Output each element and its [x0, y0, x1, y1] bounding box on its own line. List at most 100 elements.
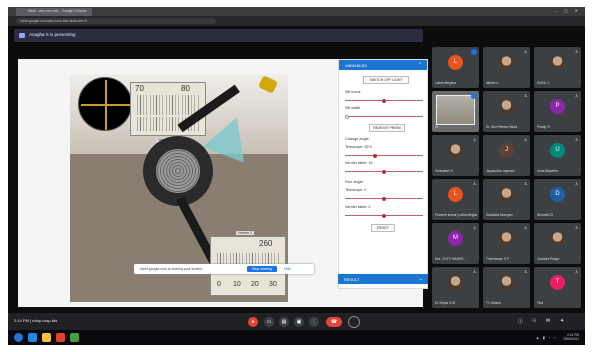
avatar: P	[550, 99, 565, 114]
activities-icon[interactable]: ✦	[560, 318, 564, 324]
participant-name: Mrs. JYOTI MAHES...	[435, 257, 466, 261]
participant-name: T1 Uthami	[486, 301, 501, 305]
stop-sharing-button[interactable]: Stop sharing	[247, 266, 277, 272]
prism-table[interactable]	[156, 149, 200, 193]
mic-muted-icon: ⅄	[575, 181, 578, 186]
result-header[interactable]: RESULT ⌄	[338, 274, 428, 284]
participant-tile[interactable]: D Dhevathi D ⅄	[534, 179, 581, 220]
telescope-coarse-label: Telescope: 39.9	[345, 145, 372, 149]
change-angle-label: Change angle:	[345, 137, 370, 141]
reactions-icon[interactable]	[348, 316, 360, 328]
app-icon[interactable]	[70, 333, 79, 342]
mic-muted-icon: ⅄	[575, 225, 578, 230]
participant-tile[interactable]: M Mrs. JYOTI MAHES... ⅄	[432, 223, 479, 264]
vernier-coarse-label: Vernier table: 15	[345, 161, 373, 165]
camera-icon[interactable]: ▭	[264, 317, 274, 327]
browser-tab[interactable]: Meet - abc-xxxx-fde - Google Chrome	[16, 8, 92, 16]
participant-tile[interactable]: SUNIL J. ⅄	[534, 47, 581, 88]
mic-muted-icon: ⅄	[524, 137, 527, 142]
presenting-banner: Anagha S is presenting	[14, 29, 423, 42]
participant-tile[interactable]: Dr. Devi Rekha Palani ⅄	[483, 91, 530, 132]
variables-header[interactable]: VARIABLES ⌃	[339, 60, 427, 70]
participant-tile[interactable]: L Lathia Meghna	[432, 47, 479, 88]
slit-width-slider[interactable]	[345, 114, 423, 119]
self-view-tile[interactable]: Dr.	[432, 91, 479, 132]
participant-tile[interactable]: L Praveen kumar (Latha Meghan) ⅄	[432, 179, 479, 220]
people-icon[interactable]: ⚇	[532, 318, 536, 324]
participant-name: Pradip Yf	[537, 125, 551, 129]
vernier-coarse-slider[interactable]	[345, 169, 423, 174]
vernier-fine-slider[interactable]	[345, 213, 423, 218]
share-notice-text: meet.google.com is sharing your screen.	[140, 267, 204, 271]
telescope-coarse-knob[interactable]	[373, 153, 378, 158]
participant-tile[interactable]: Sivalatha Murugan ⅄	[483, 179, 530, 220]
end-call-button[interactable]: ☎	[326, 317, 342, 327]
slit-focus-slider[interactable]	[345, 98, 423, 103]
system-tray[interactable]: ▲ ▮ ◔ ⌁	[536, 335, 557, 340]
mic-muted-icon: ⅄	[524, 181, 527, 186]
vernier-bottom-tick-0: 0	[217, 281, 221, 288]
avatar-photo	[499, 55, 514, 70]
chrome-icon[interactable]	[56, 333, 65, 342]
browser-tabstrip: Meet - abc-xxxx-fde - Google Chrome – ▢ …	[8, 7, 585, 16]
mic-muted-icon: ⅄	[575, 49, 578, 54]
window-controls[interactable]: – ▢ ✕	[554, 8, 581, 13]
captions-icon[interactable]: ▤	[279, 317, 289, 327]
edge-icon[interactable]	[28, 333, 37, 342]
participant-name: dinesh c.	[486, 81, 499, 85]
folder-icon[interactable]	[42, 333, 51, 342]
vernier-bottom-tick-20: 20	[251, 281, 259, 288]
speaking-indicator-icon	[471, 93, 477, 99]
vernier-bottom-tick-10: 10	[233, 281, 241, 288]
taskbar-clock[interactable]: 2:14 PM 25/06/2021	[563, 333, 579, 341]
vernier-bottom-caption: Vernier 2	[236, 231, 255, 235]
participant-tile[interactable]: dinesh c. ⅄	[483, 47, 530, 88]
participant-tile[interactable]: Thendarsan S P ⅄	[483, 223, 530, 264]
hide-button[interactable]: Hide	[284, 266, 291, 272]
more-options-icon[interactable]: ⋮	[309, 317, 319, 327]
telescope-fine-knob[interactable]	[382, 196, 386, 201]
participant-name: Dhevathi D	[537, 213, 553, 217]
chevron-up-icon: ⌃	[417, 62, 422, 68]
participant-tile[interactable]: Chandra Priaya ⅄	[534, 223, 581, 264]
participant-tile[interactable]: Dr Shilpa G M ⅄	[432, 267, 479, 308]
chat-icon[interactable]: ✉	[546, 318, 550, 324]
mic-muted-icon: ⅄	[575, 137, 578, 142]
switch-light-button[interactable]: SWITCH OFF LIGHT	[363, 76, 409, 84]
vernier-top-scale	[137, 95, 199, 115]
participant-tile[interactable]: J Jayasudha Jayaram ⅄	[483, 135, 530, 176]
url-field[interactable]: meet.google.com/abc-xxxx-fde?authuser=0	[16, 18, 216, 24]
slit-width-knob[interactable]	[345, 114, 349, 119]
participant-tile[interactable]: T1 Uthami ⅄	[483, 267, 530, 308]
mic-muted-icon: ⅄	[473, 225, 476, 230]
mic-muted-icon: ⅄	[473, 137, 476, 142]
start-icon[interactable]	[14, 333, 23, 342]
mic-off-icon[interactable]: ●	[248, 317, 258, 327]
participant-name: Sivalatha Murugan	[486, 213, 513, 217]
avatar-photo	[499, 99, 514, 114]
participant-tile[interactable]: T Tina ⅄	[534, 267, 581, 308]
participant-name: Dr.	[435, 125, 440, 129]
remove-prism-button[interactable]: REMOVE PRISM	[369, 124, 405, 132]
avatar: U	[550, 143, 565, 158]
vernier-coarse-knob[interactable]	[382, 169, 386, 174]
participant-name: Dr. Devi Rekha Palani	[486, 125, 518, 129]
fine-angle-label: Fine angle:	[345, 180, 364, 184]
present-screen-icon[interactable]: ▣	[294, 317, 304, 327]
avatar: L	[448, 55, 463, 70]
screenshot-frame: Meet - abc-xxxx-fde - Google Chrome – ▢ …	[8, 7, 585, 345]
telescope-fine-slider[interactable]	[345, 196, 423, 201]
participant-name: SUNIL J.	[537, 81, 550, 85]
participant-name: Usha Bhavitha	[537, 169, 558, 173]
present-icon	[19, 33, 25, 38]
reset-button[interactable]: RESET	[371, 224, 395, 232]
telescope-coarse-slider[interactable]	[345, 153, 423, 158]
participant-name: Praveen kumar (Latha Meghan)	[435, 213, 477, 217]
vernier-fine-knob[interactable]	[382, 213, 386, 218]
participant-tile[interactable]: U Usha Bhavitha ⅄	[534, 135, 581, 176]
participant-tile[interactable]: Venkatesh K. ⅄	[432, 135, 479, 176]
participant-tile[interactable]: P Pradip Yf ⅄	[534, 91, 581, 132]
info-icon[interactable]: ⓘ	[518, 318, 523, 325]
mic-muted-icon: ⅄	[524, 93, 527, 98]
slit-focus-knob[interactable]	[382, 98, 386, 103]
